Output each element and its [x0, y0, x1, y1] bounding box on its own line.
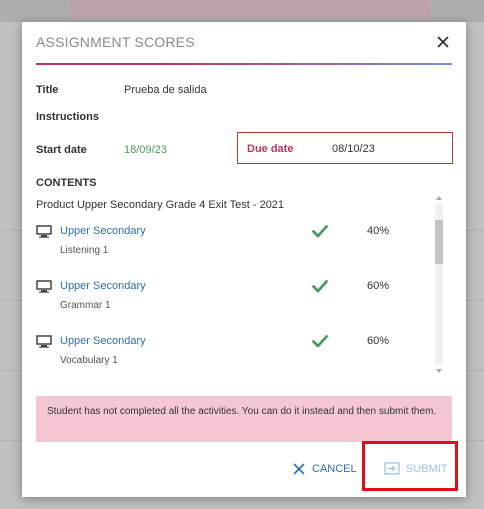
product-title: Product Upper Secondary Grade 4 Exit Tes…	[36, 199, 285, 211]
cancel-label: CANCEL	[312, 463, 357, 475]
monitor-icon	[36, 225, 52, 238]
x-icon	[293, 463, 305, 475]
close-button[interactable]	[434, 33, 452, 51]
checkmark-icon	[312, 280, 328, 293]
content-score: 60%	[367, 280, 390, 292]
due-date-value: 08/10/23	[332, 143, 375, 155]
content-activity: Listening 1	[60, 245, 109, 256]
submit-highlight-annotation	[362, 441, 458, 491]
scroll-up-icon[interactable]	[435, 194, 443, 202]
content-score: 40%	[367, 225, 390, 237]
content-activity: Grammar 1	[60, 300, 111, 311]
contents-heading: CONTENTS	[36, 177, 97, 189]
dialog-header: ASSIGNMENT SCORES	[36, 22, 452, 64]
checkmark-icon	[312, 225, 328, 238]
monitor-icon	[36, 280, 52, 293]
dialog-title: ASSIGNMENT SCORES	[36, 34, 195, 50]
list-item: Upper Secondary Grammar 1 60%	[22, 273, 427, 323]
title-label: Title	[36, 84, 59, 96]
contents-scrollbar[interactable]	[432, 192, 446, 377]
scroll-down-icon[interactable]	[435, 367, 443, 375]
content-activity: Vocabulary 1	[60, 355, 118, 366]
incomplete-warning: Student has not completed all the activi…	[36, 396, 452, 442]
content-link[interactable]: Upper Secondary	[60, 280, 146, 292]
due-date-box: Due date 08/10/23	[237, 132, 453, 164]
list-item: Upper Secondary Listening 1 40%	[22, 218, 427, 268]
title-value: Prueba de salida	[124, 84, 207, 96]
scroll-thumb[interactable]	[435, 220, 443, 264]
content-link[interactable]: Upper Secondary	[60, 225, 146, 237]
warning-text: Student has not completed all the activi…	[47, 406, 437, 417]
instructions-label: Instructions	[36, 111, 99, 123]
checkmark-icon	[312, 335, 328, 348]
header-divider	[36, 63, 452, 65]
content-link[interactable]: Upper Secondary	[60, 335, 146, 347]
close-icon	[437, 36, 449, 48]
monitor-icon	[36, 335, 52, 348]
content-score: 60%	[367, 335, 390, 347]
contents-list[interactable]: Upper Secondary Listening 1 40% Upper Se…	[22, 218, 466, 378]
start-date-value: 18/09/23	[124, 144, 167, 156]
due-date-label: Due date	[247, 143, 294, 155]
start-date-label: Start date	[36, 144, 87, 156]
assignment-scores-dialog: ASSIGNMENT SCORES Title Prueba de salida…	[22, 22, 466, 497]
list-item: Upper Secondary Vocabulary 1 60%	[22, 328, 427, 378]
